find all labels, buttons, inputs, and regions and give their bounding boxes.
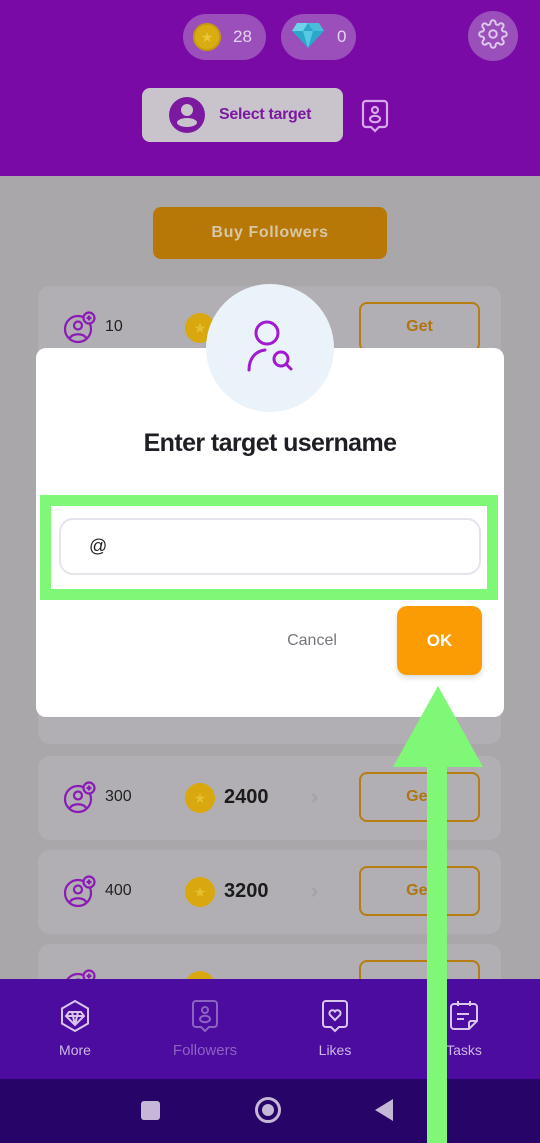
diamond-icon xyxy=(291,21,325,54)
gear-icon xyxy=(478,18,508,54)
follower-add-icon xyxy=(62,875,96,914)
get-button[interactable]: Get xyxy=(359,302,480,352)
nav-label: Likes xyxy=(318,1042,352,1058)
coins-value: 28 xyxy=(233,27,252,46)
home-button[interactable] xyxy=(255,1097,281,1123)
settings-button[interactable] xyxy=(468,11,518,61)
coin-icon: ★ xyxy=(185,783,215,813)
dialog-avatar xyxy=(206,284,334,412)
cancel-button[interactable]: Cancel xyxy=(270,624,354,658)
nav-item-more[interactable]: More xyxy=(25,999,125,1058)
recents-button[interactable] xyxy=(141,1101,160,1120)
get-button[interactable]: Get xyxy=(359,866,480,916)
select-target-label: Select target xyxy=(219,106,312,123)
ok-button[interactable]: OK xyxy=(397,606,482,675)
follower-count: 400 xyxy=(105,882,132,899)
nav-item-likes[interactable]: Likes xyxy=(285,999,385,1058)
user-search-icon xyxy=(245,319,295,378)
price: 3200 xyxy=(224,880,269,902)
follower-add-icon xyxy=(62,311,96,350)
followers-badge-icon[interactable] xyxy=(361,99,389,138)
follower-add-icon xyxy=(62,781,96,820)
dialog-title: Enter target username xyxy=(143,429,397,457)
get-button[interactable]: Get xyxy=(359,772,480,822)
username-input[interactable] xyxy=(59,518,481,575)
follower-count: 300 xyxy=(105,788,132,805)
nav-item-followers[interactable]: Followers xyxy=(155,999,255,1059)
double-chevron-icon: ›› xyxy=(310,784,318,809)
followers-badge-icon xyxy=(191,999,219,1038)
tasks-note-icon xyxy=(449,999,479,1038)
nav-label: Followers xyxy=(172,1042,238,1059)
gems-value: 0 xyxy=(337,27,347,46)
annotation-arrow-head xyxy=(393,686,483,767)
coin-icon: ★ xyxy=(185,877,215,907)
diamond-hexagon-icon xyxy=(60,999,90,1038)
user-circle-icon xyxy=(169,97,205,133)
select-target-button[interactable]: Select target xyxy=(142,88,343,142)
heart-badge-icon xyxy=(321,999,349,1038)
nav-label: Tasks xyxy=(446,1042,482,1058)
double-chevron-icon: ›› xyxy=(310,878,318,903)
gems-balance[interactable]: 0 xyxy=(281,14,356,60)
annotation-arrow-shaft xyxy=(427,765,447,1143)
top-bar: ★ 28 0 Select target xyxy=(0,0,540,176)
bottom-nav: More Followers Likes Tasks xyxy=(0,979,540,1079)
price: 2400 xyxy=(224,786,269,808)
nav-label: More xyxy=(59,1042,91,1058)
back-button[interactable] xyxy=(375,1099,393,1121)
coins-balance[interactable]: ★ 28 xyxy=(183,14,266,60)
follower-count: 10 xyxy=(105,318,123,335)
coin-icon: ★ xyxy=(193,23,221,51)
buy-followers-button[interactable]: Buy Followers xyxy=(153,207,387,259)
